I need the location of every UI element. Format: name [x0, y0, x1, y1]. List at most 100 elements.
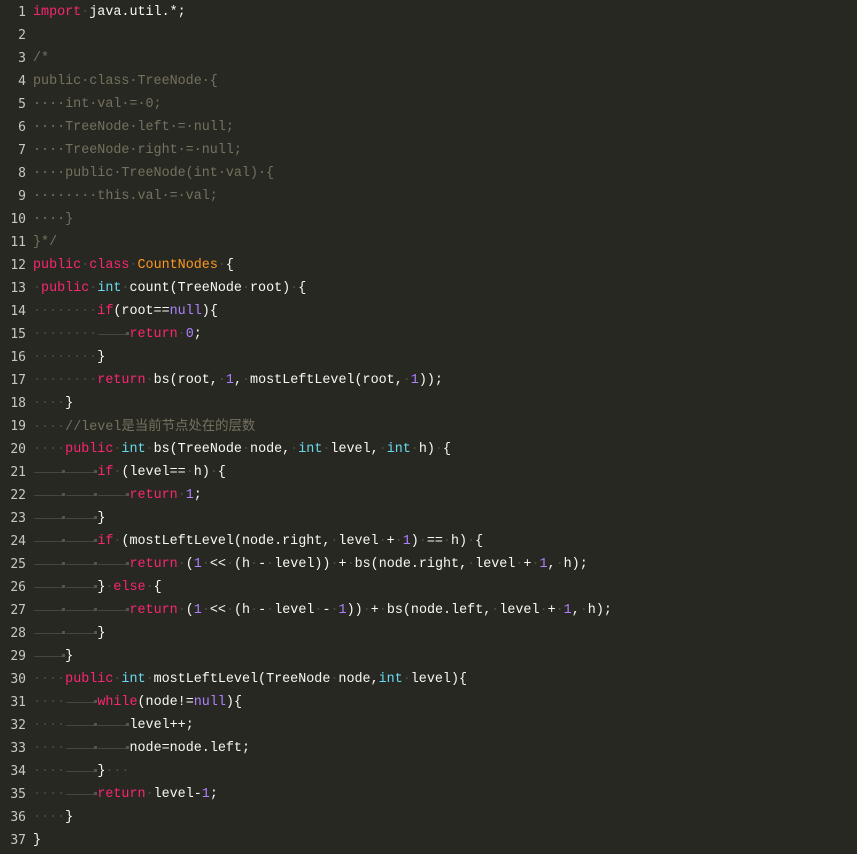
- code-line[interactable]: 22 return·1;: [0, 484, 857, 507]
- code-line[interactable]: 5 ····int·val·=·0;: [0, 93, 857, 116]
- line-number: 29: [10, 649, 26, 664]
- keyword-token: import: [33, 5, 82, 20]
- code-line[interactable]: 11}*/: [0, 231, 857, 254]
- code-line[interactable]: 18 ····}: [0, 392, 857, 415]
- code-token: count(TreeNode: [129, 281, 242, 296]
- code-line[interactable]: 16 ········}: [0, 346, 857, 369]
- code-token: ;: [193, 488, 202, 503]
- keyword-token: public: [65, 672, 114, 687]
- line-content: import·java.util.*;: [33, 1, 186, 24]
- line-content: ···· return·level-1;: [33, 783, 218, 806]
- code-line[interactable]: 17 ········return·bs(root,·1,·mostLeftLev…: [0, 369, 857, 392]
- code-token: -: [322, 603, 331, 618]
- code-line[interactable]: 20 ····public·int·bs(TreeNode·node,·int·l…: [0, 438, 857, 461]
- line-number: 27: [10, 603, 26, 618]
- code-token: }: [97, 626, 106, 641]
- code-line[interactable]: 33 ···· node=node.left;: [0, 737, 857, 760]
- whitespace-marker: ·: [378, 442, 387, 457]
- code-line[interactable]: 12 public·class·CountNodes·{: [0, 254, 857, 277]
- tab-marker: [65, 622, 98, 645]
- code-line[interactable]: 25 return·(1·<<·(h·-·level))·+·bs(node.r…: [0, 553, 857, 576]
- code-token: {: [475, 534, 484, 549]
- code-token: -: [258, 557, 267, 572]
- whitespace-marker: ·: [242, 373, 251, 388]
- code-line[interactable]: 34 ···· }···: [0, 760, 857, 783]
- code-line[interactable]: 3 /*: [0, 47, 857, 70]
- keyword-token: class: [89, 258, 130, 273]
- code-line[interactable]: 27 return·(1·<<·(h·-·level·-·1))·+·bs(no…: [0, 599, 857, 622]
- code-token: level: [274, 603, 315, 618]
- code-token: <<: [209, 603, 226, 618]
- code-line[interactable]: 21 if·(level==·h)·{: [0, 461, 857, 484]
- line-number: 20: [10, 442, 26, 457]
- code-line[interactable]: 4 public·class·TreeNode·{: [0, 70, 857, 93]
- tab-marker: [65, 507, 98, 530]
- line-number: 11: [10, 235, 26, 250]
- code-line[interactable]: 35 ···· return·level-1;: [0, 783, 857, 806]
- code-token: node=node.left;: [129, 741, 251, 756]
- code-token: level-: [153, 787, 202, 802]
- code-line[interactable]: 7 ····TreeNode·right·=·null;: [0, 139, 857, 162]
- code-editor[interactable]: 1 import·java.util.*; 2 3/* 4 public·class·Tr…: [0, 0, 857, 852]
- code-line[interactable]: 10 ····}: [0, 208, 857, 231]
- line-content: if·(mostLeftLevel(node.right,·level·+·1)…: [33, 530, 483, 553]
- tab-marker: [65, 691, 98, 714]
- whitespace-marker: ·: [177, 327, 186, 342]
- line-number: 31: [10, 695, 26, 710]
- code-line[interactable]: 14 ········if(root==null){: [0, 300, 857, 323]
- code-token: +: [338, 557, 347, 572]
- code-line[interactable]: 36 ····}: [0, 806, 857, 829]
- line-number: 16: [10, 350, 26, 365]
- code-line[interactable]: 19 ····//level是当前节点处在的层数: [0, 415, 857, 438]
- code-line[interactable]: 26 }·else·{: [0, 576, 857, 599]
- code-token: (h: [234, 603, 251, 618]
- line-number: 9: [18, 189, 26, 204]
- code-token: level++;: [129, 718, 194, 733]
- keyword-token: public: [65, 442, 114, 457]
- code-line[interactable]: 32 ···· level++;: [0, 714, 857, 737]
- code-token: (root==: [113, 304, 170, 319]
- tab-marker: [33, 507, 66, 530]
- literal-token: 1: [193, 557, 202, 572]
- tab-marker: [65, 714, 98, 737]
- whitespace-marker: ·: [241, 281, 251, 296]
- code-line[interactable]: 13 ·public·int·count(TreeNode·root)·{: [0, 277, 857, 300]
- whitespace-marker: ·: [434, 442, 443, 457]
- whitespace-marker: ·: [410, 442, 419, 457]
- line-content: ········return·bs(root,·1,·mostLeftLevel…: [33, 369, 443, 392]
- whitespace-marker: ·: [378, 534, 387, 549]
- line-number: 7: [18, 143, 26, 158]
- code-line[interactable]: 23 }: [0, 507, 857, 530]
- code-line[interactable]: 30 ····public·int·mostLeftLevel(TreeNode·…: [0, 668, 857, 691]
- code-line[interactable]: 2: [0, 24, 857, 47]
- tab-marker: [33, 622, 66, 645]
- line-content: ········this.val·=·val;: [33, 185, 218, 208]
- code-line[interactable]: 6 ····TreeNode·left·=·null;: [0, 116, 857, 139]
- class-name-token: CountNodes: [137, 258, 218, 273]
- code-line[interactable]: 15 ········ return·0;: [0, 323, 857, 346]
- line-content: ····public·int·bs(TreeNode·node,·int·lev…: [33, 438, 451, 461]
- line-number: 2: [18, 28, 26, 43]
- code-token: level)): [274, 557, 331, 572]
- keyword-token: return: [129, 557, 178, 572]
- line-number: 33: [10, 741, 26, 756]
- code-token: ;: [193, 327, 202, 342]
- code-line[interactable]: 9 ········this.val·=·val;: [0, 185, 857, 208]
- code-line[interactable]: 24 if·(mostLeftLevel(node.right,·level·+…: [0, 530, 857, 553]
- whitespace-marker: ····: [33, 718, 66, 733]
- code-line[interactable]: 37}: [0, 829, 857, 852]
- code-token: +: [386, 534, 395, 549]
- code-token: +: [370, 603, 379, 618]
- whitespace-marker: ····: [33, 396, 66, 411]
- whitespace-marker: ····: [33, 695, 66, 710]
- literal-token: 1: [402, 534, 411, 549]
- code-line[interactable]: 31 ···· while(node!=null){: [0, 691, 857, 714]
- tab-marker: [97, 553, 130, 576]
- code-line[interactable]: 8 ····public·TreeNode(int·val)·{: [0, 162, 857, 185]
- code-line[interactable]: 1 import·java.util.*;: [0, 1, 857, 24]
- comment-token: ····}: [33, 212, 74, 227]
- type-token: int: [298, 442, 323, 457]
- line-number: 5: [18, 97, 26, 112]
- code-line[interactable]: 29 }: [0, 645, 857, 668]
- code-line[interactable]: 28 }: [0, 622, 857, 645]
